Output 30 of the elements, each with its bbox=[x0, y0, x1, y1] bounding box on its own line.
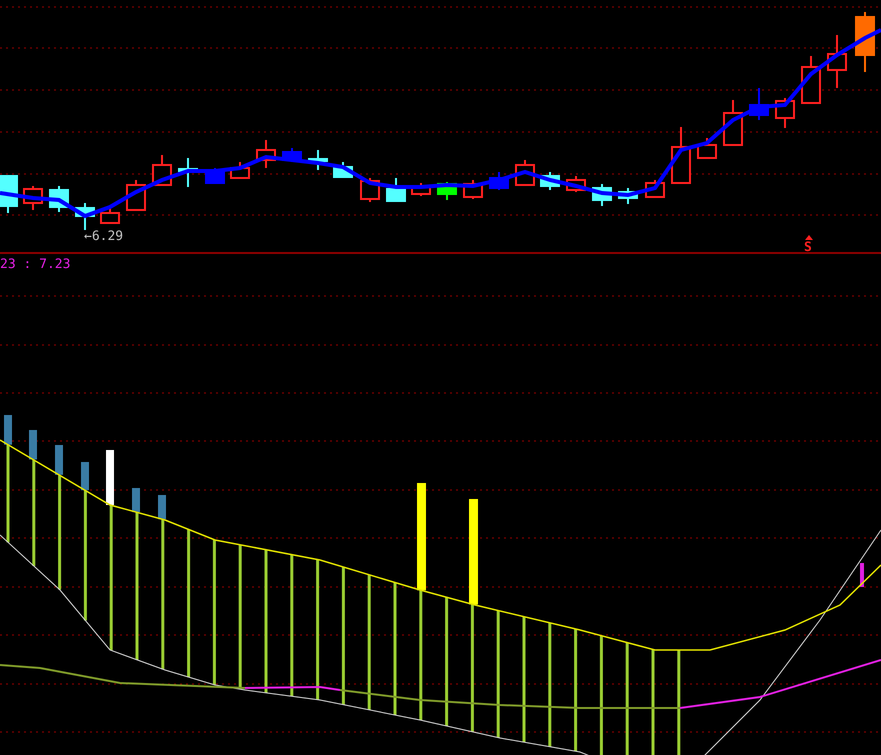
candlestick bbox=[100, 208, 120, 224]
low-price-label: ←6.29 bbox=[84, 229, 124, 244]
candlestick bbox=[230, 162, 250, 179]
candlestick bbox=[855, 12, 875, 72]
candlestick bbox=[333, 162, 353, 178]
candlestick bbox=[75, 203, 95, 230]
candlestick bbox=[489, 172, 509, 190]
candlestick bbox=[282, 148, 302, 162]
indicator-label: 23 : 7.23 bbox=[0, 257, 70, 272]
candlestick bbox=[671, 127, 691, 184]
candlestick bbox=[775, 98, 795, 128]
candlestick bbox=[152, 155, 172, 186]
candlestick bbox=[256, 140, 276, 168]
candlestick bbox=[178, 158, 198, 187]
candlestick bbox=[592, 184, 612, 206]
candlestick bbox=[437, 182, 457, 200]
candlestick bbox=[566, 176, 586, 192]
candlestick bbox=[827, 35, 847, 88]
candlestick bbox=[723, 100, 743, 146]
candlestick bbox=[540, 172, 560, 190]
candlestick bbox=[49, 186, 69, 212]
histogram-bar bbox=[860, 563, 864, 587]
candlestick bbox=[618, 188, 638, 204]
candlestick bbox=[749, 88, 769, 120]
candlestick bbox=[23, 186, 43, 210]
candlestick bbox=[308, 150, 328, 170]
candlestick bbox=[697, 138, 717, 159]
signal-arrow-icon bbox=[805, 235, 813, 240]
signal-marker: S bbox=[804, 240, 812, 255]
candlestick bbox=[386, 178, 406, 202]
